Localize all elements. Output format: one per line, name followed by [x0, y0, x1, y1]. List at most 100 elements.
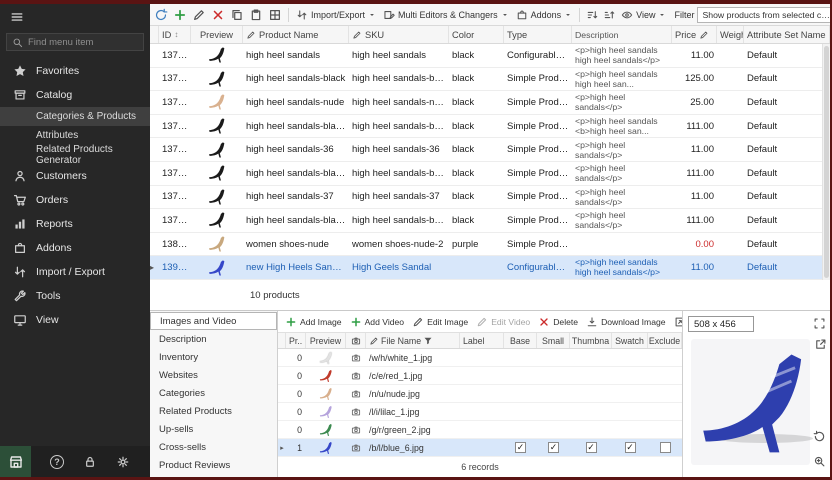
product-row-13740[interactable]: 13740 high heel sandals-black-38 high he… — [150, 209, 830, 233]
tab-inventory[interactable]: Inventory — [150, 348, 277, 366]
product-color: black — [449, 144, 504, 155]
import-export-dropdown[interactable]: Import/Export — [294, 8, 378, 22]
rotate-icon[interactable] — [813, 430, 826, 443]
header-swatch[interactable]: Swatch — [612, 333, 648, 348]
sidebar-item-addons[interactable]: Addons — [0, 236, 150, 260]
store-logo-button[interactable] — [0, 446, 31, 477]
header-sku[interactable]: SKU — [349, 26, 449, 43]
header-priority[interactable]: Pr.. — [286, 333, 306, 348]
product-row-13739[interactable]: 13739 high heel sandals-37 high heel san… — [150, 186, 830, 210]
image-priority: 0 — [286, 389, 306, 399]
image-row-n-u-nude-jpg[interactable]: 0 /n/u/nude.jpg — [278, 385, 682, 403]
product-row-13738[interactable]: 13738 high heel sandals-black-37 high he… — [150, 162, 830, 186]
multi-editors-dropdown[interactable]: Multi Editors & Changers — [381, 8, 511, 22]
product-row-13931[interactable]: ▸ 13931 new High Heels Sandals High Geel… — [150, 256, 830, 280]
header-thumbnail[interactable]: Thumbna — [570, 333, 612, 348]
sidebar-item-related-products-generator[interactable]: Related Products Generator — [0, 145, 150, 164]
header-description[interactable]: Description — [572, 26, 672, 43]
sort-desc-button[interactable] — [602, 8, 616, 22]
view-dropdown[interactable]: View — [619, 8, 668, 22]
external-link-icon[interactable] — [814, 338, 827, 351]
edit-image-button[interactable]: Edit Image — [409, 315, 471, 329]
add-video-button[interactable]: Add Video — [347, 315, 408, 329]
header-id[interactable]: ID↕ — [159, 26, 191, 43]
sidebar-item-catalog[interactable]: Catalog — [0, 83, 150, 107]
sidebar-item-tools[interactable]: Tools — [0, 284, 150, 308]
product-row-13736[interactable]: 13736 high heel sandals-black-36 high he… — [150, 115, 830, 139]
header-exclude[interactable]: Exclude — [648, 333, 682, 348]
delete-product-button[interactable] — [210, 7, 226, 23]
tab-cross-sells[interactable]: Cross-sells — [150, 438, 277, 456]
tab-up-sells[interactable]: Up-sells — [150, 420, 277, 438]
refresh-button[interactable] — [153, 7, 169, 23]
image-row-c-e-red-1-jpg[interactable]: 0 /c/e/red_1.jpg — [278, 367, 682, 385]
sidebar-item-favorites[interactable]: Favorites — [0, 59, 150, 83]
delete-image-button[interactable]: Delete — [535, 315, 581, 329]
thumbnail-checkbox[interactable]: ✓ — [586, 442, 597, 453]
image-row-b-l-blue-6-jpg[interactable]: ▸ 1 /b/l/blue_6.jpg ✓ ✓ ✓ ✓ — [278, 439, 682, 457]
image-row-w-h-white-1-jpg[interactable]: 0 /w/h/white_1.jpg — [278, 349, 682, 367]
edit-video-button[interactable]: Edit Video — [473, 315, 533, 329]
maximize-icon[interactable] — [813, 317, 826, 330]
header-price[interactable]: Price — [672, 26, 717, 43]
scrollbar-thumb[interactable] — [824, 46, 829, 278]
header-base[interactable]: Base — [504, 333, 537, 348]
download-image-button[interactable]: Download Image — [583, 315, 669, 329]
help-button[interactable]: ? — [50, 455, 64, 469]
menu-button[interactable] — [0, 4, 150, 30]
image-row-g-r-green-2-jpg[interactable]: 0 /g/r/green_2.jpg — [278, 421, 682, 439]
product-row-13732[interactable]: 13732 high heel sandals-black high heel … — [150, 68, 830, 92]
zoom-icon[interactable] — [813, 455, 826, 468]
image-size-field[interactable]: 508 x 456 — [688, 316, 754, 332]
paste-button[interactable] — [248, 7, 264, 23]
products-scrollbar[interactable] — [822, 44, 830, 280]
product-row-13733[interactable]: 13733 high heel sandals-nude high heel s… — [150, 91, 830, 115]
tab-description[interactable]: Description — [150, 330, 277, 348]
set-resize-rule-button[interactable]: Set Resize Rule — [671, 315, 682, 329]
header-product-name[interactable]: Product Name — [243, 26, 349, 43]
tab-related-products[interactable]: Related Products — [150, 402, 277, 420]
sidebar-item-orders[interactable]: Orders — [0, 188, 150, 212]
copy-button[interactable] — [229, 7, 245, 23]
tab-images-and-video[interactable]: Images and Video — [150, 312, 277, 330]
exclude-checkbox[interactable] — [660, 442, 671, 453]
small-checkbox[interactable]: ✓ — [548, 442, 559, 453]
sidebar-item-view[interactable]: View — [0, 308, 150, 332]
sidebar-search[interactable]: Find menu item — [6, 33, 144, 51]
settings-gear-icon[interactable] — [116, 455, 130, 469]
header-attribute-set[interactable]: Attribute Set Name — [744, 26, 830, 43]
edit-product-button[interactable] — [191, 7, 207, 23]
image-preview-panel: 508 x 456 — [682, 311, 830, 477]
columns-button[interactable] — [267, 7, 283, 23]
addons-dropdown[interactable]: Addons — [514, 8, 575, 22]
header-small[interactable]: Small — [537, 333, 570, 348]
product-row-13731[interactable]: 13731 high heel sandals high heel sandal… — [150, 44, 830, 68]
sort-asc-button[interactable] — [585, 8, 599, 22]
sidebar-item-customers[interactable]: Customers — [0, 164, 150, 188]
tab-websites[interactable]: Websites — [150, 366, 277, 384]
swatch-checkbox[interactable]: ✓ — [625, 442, 636, 453]
product-row-13737[interactable]: 13737 high heel sandals-36 high heel san… — [150, 138, 830, 162]
sidebar-item-reports[interactable]: Reports — [0, 212, 150, 236]
header-label[interactable]: Label — [460, 333, 504, 348]
tab-product-reviews[interactable]: Product Reviews — [150, 456, 277, 474]
add-product-button[interactable] — [172, 7, 188, 23]
lock-icon[interactable] — [83, 455, 97, 469]
header-type[interactable]: Type — [504, 26, 572, 43]
header-color[interactable]: Color — [449, 26, 504, 43]
header-file-name[interactable]: File Name — [366, 333, 460, 348]
product-row-13817[interactable]: 13817 women shoes-nude women shoes-nude-… — [150, 233, 830, 257]
header-image-preview[interactable]: Preview — [306, 333, 346, 348]
base-checkbox[interactable]: ✓ — [515, 442, 526, 453]
image-row-l-i-lilac-1-jpg[interactable]: 0 /l/i/lilac_1.jpg — [278, 403, 682, 421]
sidebar-item-import-export[interactable]: Import / Export — [0, 260, 150, 284]
category-filter-select[interactable]: Show products from selected categories — [697, 7, 830, 23]
sidebar-item-attributes[interactable]: Attributes — [0, 126, 150, 145]
header-weight[interactable]: Weight — [717, 26, 744, 43]
product-price: 11.00 — [672, 191, 717, 202]
add-image-button[interactable]: Add Image — [282, 315, 345, 329]
header-preview[interactable]: Preview — [191, 26, 243, 43]
sidebar-item-categories-products[interactable]: Categories & Products — [0, 107, 150, 126]
tab-categories[interactable]: Categories — [150, 384, 277, 402]
header-camera[interactable] — [346, 333, 366, 348]
